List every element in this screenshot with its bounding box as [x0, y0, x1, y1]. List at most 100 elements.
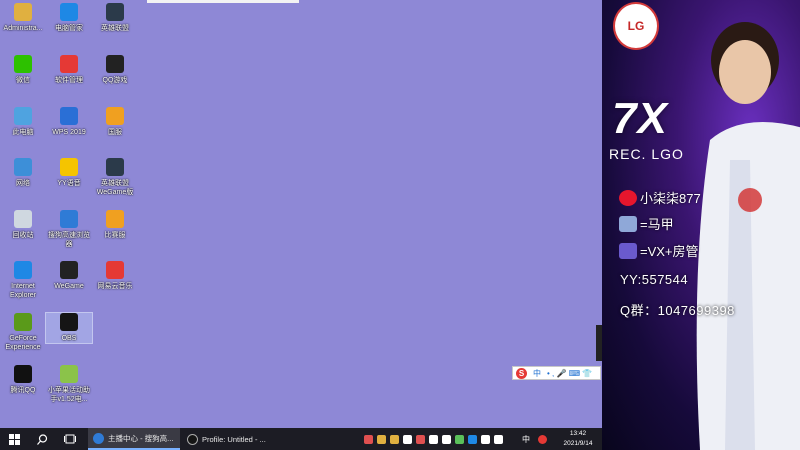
sogou-ime-icon: S [516, 367, 527, 379]
tray-icon[interactable] [403, 434, 412, 444]
tray-icon[interactable] [364, 434, 373, 444]
desktop-icon-label: WeGame [54, 283, 84, 290]
taskbar-clock[interactable]: 13:42 2021/9/14 [556, 429, 600, 449]
wps-icon [60, 107, 78, 125]
task-label: Profile: Untitled - ... [202, 434, 266, 444]
tray-icon[interactable] [416, 434, 425, 444]
clock-date: 2021/9/14 [563, 440, 593, 447]
desktop-icon-label: 英雄联盟 WeGame版 [96, 180, 134, 196]
window-edge [147, 0, 299, 3]
tray-icon[interactable] [494, 434, 503, 444]
game-f-icon [106, 210, 124, 228]
desktop-icon-label: 比赛服 [104, 232, 126, 239]
yy-text: YY:557544 [620, 272, 689, 287]
desktop-icon[interactable]: Administra... [0, 3, 46, 33]
desktop-icon[interactable]: GeForce Experience [0, 313, 46, 352]
ime-lang[interactable]: 中 [533, 368, 541, 379]
sogou-browser-icon [93, 432, 104, 444]
sogou-tray-icon[interactable] [536, 428, 548, 450]
row-3: =VX+房管 [619, 241, 699, 260]
apple-helper-icon [60, 365, 78, 383]
desktop-icon[interactable]: Internet Explorer [0, 261, 46, 300]
taskbar-item-obs[interactable]: Profile: Untitled - ... [182, 428, 274, 450]
task-view-icon [64, 434, 76, 444]
player-photo [696, 22, 800, 450]
weibo-row: 小柒柒877 [619, 188, 701, 207]
desktop-icon[interactable]: 此电脑 [0, 107, 46, 137]
row-2: =马甲 [619, 214, 674, 233]
overlay-team-tag: REC. LGO [609, 146, 684, 162]
wegame-icon [60, 261, 78, 279]
netease-music-icon [106, 261, 124, 279]
ime-toolbar[interactable]: S 中 • , 🎤 ⌨ 👕 [512, 366, 601, 380]
row-3-text: =VX+房管 [640, 244, 699, 259]
desktop-icon[interactable]: 搜狗高速浏览器 [46, 210, 92, 249]
task-view-button[interactable] [60, 428, 80, 450]
desktop-icon[interactable]: 比赛服 [92, 210, 138, 240]
desktop-icon-label: 电脑管家 [55, 25, 83, 32]
shield-icon [60, 3, 78, 21]
desktop-icon[interactable]: 英雄联盟 WeGame版 [92, 158, 138, 197]
recycle-bin-icon [14, 210, 32, 228]
tray-icon[interactable] [377, 434, 386, 444]
tray-icon[interactable] [455, 434, 464, 444]
desktop-icon-label: GeForce Experience [5, 335, 41, 351]
ime-symbols[interactable]: • , 🎤 ⌨ 👕 [547, 369, 592, 378]
obs-icon [187, 433, 198, 445]
desktop-icon[interactable]: 软件管理 [46, 55, 92, 85]
yy-icon [60, 158, 78, 176]
windows-icon [8, 433, 20, 445]
overlay-big-number: 7X [612, 94, 668, 143]
rocket-icon [619, 242, 637, 259]
qq-game-icon [106, 55, 124, 73]
desktop-icon[interactable]: 英雄联盟 [92, 3, 138, 33]
desktop-icon[interactable]: WeGame [46, 261, 92, 291]
desktop-icon[interactable]: 小苹果活动助手v1.52电... [46, 365, 92, 404]
taskbar-item-sogou[interactable]: 主播中心 - 搜狗高... [88, 428, 180, 450]
desktop-icon-label: 小苹果活动助手v1.52电... [48, 387, 90, 403]
avatar-icon [619, 215, 637, 232]
lol-icon [106, 158, 124, 176]
tray-icon[interactable] [468, 434, 477, 444]
computer-icon [14, 107, 32, 125]
desktop-icon-label: 搜狗高速浏览器 [48, 232, 90, 248]
tray-icon[interactable] [390, 434, 399, 444]
desktop-icon-label: Internet Explorer [9, 283, 37, 299]
weibo-icon [619, 189, 637, 206]
desktop-icon-label: 网络 [16, 180, 30, 187]
weibo-text: 小柒柒877 [640, 191, 701, 206]
search-icon [36, 433, 47, 445]
desktop-icon-label: 回收站 [12, 232, 34, 239]
desktop-icon-label: 国服 [108, 129, 122, 136]
folder-user-icon [14, 3, 32, 21]
wechat-icon [14, 55, 32, 73]
nvidia-icon [14, 313, 32, 331]
desktop-icon[interactable]: 回收站 [0, 210, 46, 240]
desktop-icon[interactable]: 网易云音乐 [92, 261, 138, 291]
tray-icon[interactable] [442, 434, 451, 444]
desktop-icon[interactable]: 腾讯QQ [0, 365, 46, 395]
desktop-icon[interactable]: 国服 [92, 107, 138, 137]
tray-icon[interactable] [429, 434, 438, 444]
desktop-icon-label: 腾讯QQ [10, 387, 36, 394]
desktop-icon[interactable]: 电脑管家 [46, 3, 92, 33]
tray-icon[interactable] [481, 434, 490, 444]
system-tray[interactable] [364, 434, 503, 444]
network-icon [14, 158, 32, 176]
desktop-icon[interactable]: 网络 [0, 158, 46, 188]
desktop-icon-label: 微信 [16, 77, 30, 84]
obs-icon [60, 313, 78, 331]
desktop-icon[interactable]: YY语音 [46, 158, 92, 188]
sogou-browser-icon [60, 210, 78, 228]
ie-icon [14, 261, 32, 279]
desktop-icon[interactable]: OBS [45, 312, 93, 344]
desktop-icon-label: 软件管理 [55, 77, 83, 84]
clock-time: 13:42 [569, 430, 587, 437]
start-button[interactable] [4, 428, 24, 450]
desktop-icon[interactable]: QQ游戏 [92, 55, 138, 85]
desktop-icon[interactable]: WPS 2019 [46, 107, 92, 137]
tray-lang[interactable]: 中 [520, 428, 532, 450]
desktop-icon-label: QQ游戏 [102, 77, 128, 84]
desktop-icon[interactable]: 微信 [0, 55, 46, 85]
search-button[interactable] [32, 428, 52, 450]
